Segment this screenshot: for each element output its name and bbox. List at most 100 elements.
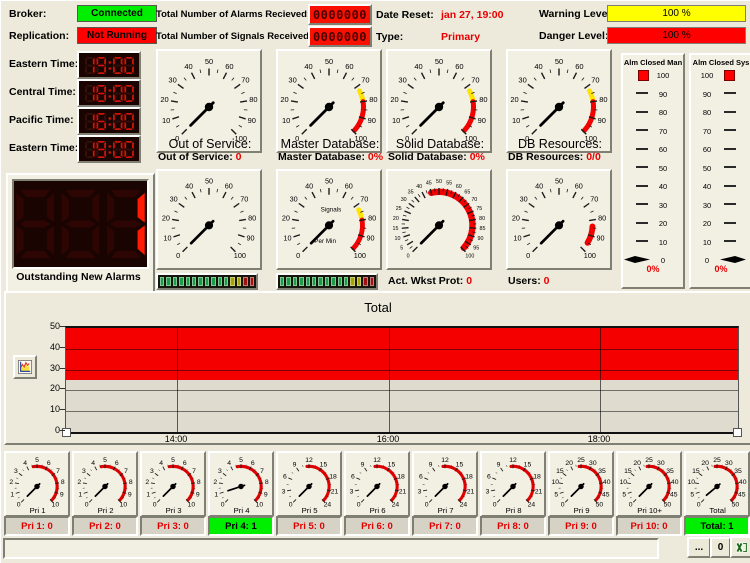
gauge-pri-9: 05101520253035404550Pri 9 xyxy=(548,451,614,517)
excel-export-button[interactable] xyxy=(730,536,750,558)
svg-text:60: 60 xyxy=(575,62,583,71)
svg-text:Signals: Signals xyxy=(321,207,342,214)
vscale-title: Alm Closed Man xyxy=(623,58,683,67)
svg-text:7: 7 xyxy=(192,468,196,475)
svg-text:10: 10 xyxy=(52,502,60,509)
vscale-tick-label: 100 xyxy=(651,71,675,80)
status-pri-8[interactable]: Pri 8: 0 xyxy=(480,516,546,536)
vscale-tick-label: 90 xyxy=(695,90,719,99)
svg-text:50: 50 xyxy=(732,502,740,509)
svg-text:Total: Total xyxy=(709,506,726,515)
outstanding-alarms-label: Outstanding New Alarms xyxy=(8,271,149,283)
svg-text:4: 4 xyxy=(159,460,163,467)
svg-text:10: 10 xyxy=(162,116,170,125)
vscale-tick xyxy=(636,240,648,242)
status-pri-1[interactable]: Pri 1: 0 xyxy=(4,516,70,536)
led-segment xyxy=(205,277,209,286)
scroll-handle-right[interactable] xyxy=(733,428,742,437)
svg-text:0: 0 xyxy=(407,254,410,260)
svg-text:10: 10 xyxy=(551,479,559,486)
status-pri-10[interactable]: Pri 10: 0 xyxy=(616,516,682,536)
alm-closed-man-scale: Alm Closed Man10090807060504030201000% xyxy=(621,53,685,289)
led-segment xyxy=(186,277,190,286)
svg-text:25: 25 xyxy=(577,457,585,464)
svg-text:40: 40 xyxy=(671,479,679,486)
alm-closed-sys-scale: Alm Closed Sys10090807060504030201000% xyxy=(689,53,750,289)
svg-text:6: 6 xyxy=(115,460,119,467)
svg-text:70: 70 xyxy=(471,197,477,203)
more-options-button[interactable]: ... xyxy=(687,537,711,558)
svg-text:5: 5 xyxy=(690,491,694,498)
status-pri-9[interactable]: Pri 9: 0 xyxy=(548,516,614,536)
led-segment xyxy=(338,277,342,286)
svg-text:6: 6 xyxy=(351,473,355,480)
clock-label-eastern-2: Eastern Time: xyxy=(9,142,78,154)
svg-text:9: 9 xyxy=(128,491,132,498)
led-segment xyxy=(286,277,290,286)
svg-text:10: 10 xyxy=(282,116,290,125)
svg-text:0: 0 xyxy=(629,502,633,509)
led-segment xyxy=(331,277,335,286)
replication-status-badge: Not Running xyxy=(77,27,157,44)
svg-text:1: 1 xyxy=(10,491,14,498)
chart-title: Total xyxy=(6,300,750,315)
svg-text:50: 50 xyxy=(596,502,604,509)
y-axis-tick xyxy=(60,430,65,431)
y-axis-tick xyxy=(60,409,65,410)
vscale-title: Alm Closed Sys xyxy=(691,58,750,67)
svg-text:10: 10 xyxy=(619,479,627,486)
svg-text:Pri 3: Pri 3 xyxy=(166,506,182,515)
y-axis-label: 40 xyxy=(30,342,60,352)
chart-band xyxy=(66,328,738,380)
svg-text:0: 0 xyxy=(697,502,701,509)
gauge-users: 0102030405060708090100 xyxy=(506,169,612,270)
svg-text:40: 40 xyxy=(414,62,422,71)
count-button[interactable]: 0 xyxy=(710,537,731,558)
svg-text:9: 9 xyxy=(60,491,64,498)
vscale-tick-label: 40 xyxy=(695,182,719,191)
status-pri-7[interactable]: Pri 7: 0 xyxy=(412,516,478,536)
svg-text:Solid Database:: Solid Database: xyxy=(396,137,484,151)
vscale-tick xyxy=(724,185,736,187)
vscale-tick-label: 60 xyxy=(695,145,719,154)
svg-text:Pri 4: Pri 4 xyxy=(234,506,251,515)
status-pri-5[interactable]: Pri 5: 0 xyxy=(276,516,342,536)
led-segment xyxy=(218,277,222,286)
svg-text:30: 30 xyxy=(288,76,296,85)
svg-text:15: 15 xyxy=(456,462,464,469)
status-pri-3[interactable]: Pri 3: 0 xyxy=(140,516,206,536)
svg-text:50: 50 xyxy=(205,177,213,186)
svg-text:20: 20 xyxy=(160,95,168,104)
svg-text:40: 40 xyxy=(535,181,543,190)
svg-text:10: 10 xyxy=(120,502,128,509)
svg-text:0: 0 xyxy=(85,502,89,509)
svg-text:70: 70 xyxy=(591,76,599,85)
gauge-total: 05101520253035404550Total xyxy=(684,451,750,517)
status-pri-2[interactable]: Pri 2: 0 xyxy=(72,516,138,536)
status-pri-6[interactable]: Pri 6: 0 xyxy=(344,516,410,536)
svg-text:0: 0 xyxy=(289,502,293,509)
svg-text:6: 6 xyxy=(283,473,287,480)
svg-text:60: 60 xyxy=(456,184,462,190)
y-axis-tick xyxy=(60,326,65,327)
status-total[interactable]: Total: 1 xyxy=(684,516,750,536)
vscale-tick xyxy=(636,166,648,168)
svg-text:30: 30 xyxy=(170,195,178,204)
y-axis-label: 30 xyxy=(30,363,60,373)
svg-text:25: 25 xyxy=(713,457,721,464)
svg-text:18: 18 xyxy=(397,473,405,480)
status-pri-4[interactable]: Pri 4: 1 xyxy=(208,516,274,536)
svg-text:24: 24 xyxy=(528,502,536,509)
svg-text:80: 80 xyxy=(598,213,606,222)
gauge-signals-per-min: 0102030405060708090100SignalsPer Min xyxy=(276,169,382,270)
svg-text:7: 7 xyxy=(56,468,60,475)
svg-text:40: 40 xyxy=(184,62,192,71)
gauge-out-of-service: 0102030405060708090100Out of Service: xyxy=(156,49,262,153)
central-time-display xyxy=(77,79,141,107)
svg-text:0: 0 xyxy=(153,502,157,509)
vscale-tick xyxy=(724,148,736,150)
svg-text:1: 1 xyxy=(214,491,218,498)
solid-database-caption: Solid Database: 0% xyxy=(388,151,485,163)
users-caption: Users: 0 xyxy=(508,275,549,287)
pacific-time-display xyxy=(77,107,141,135)
